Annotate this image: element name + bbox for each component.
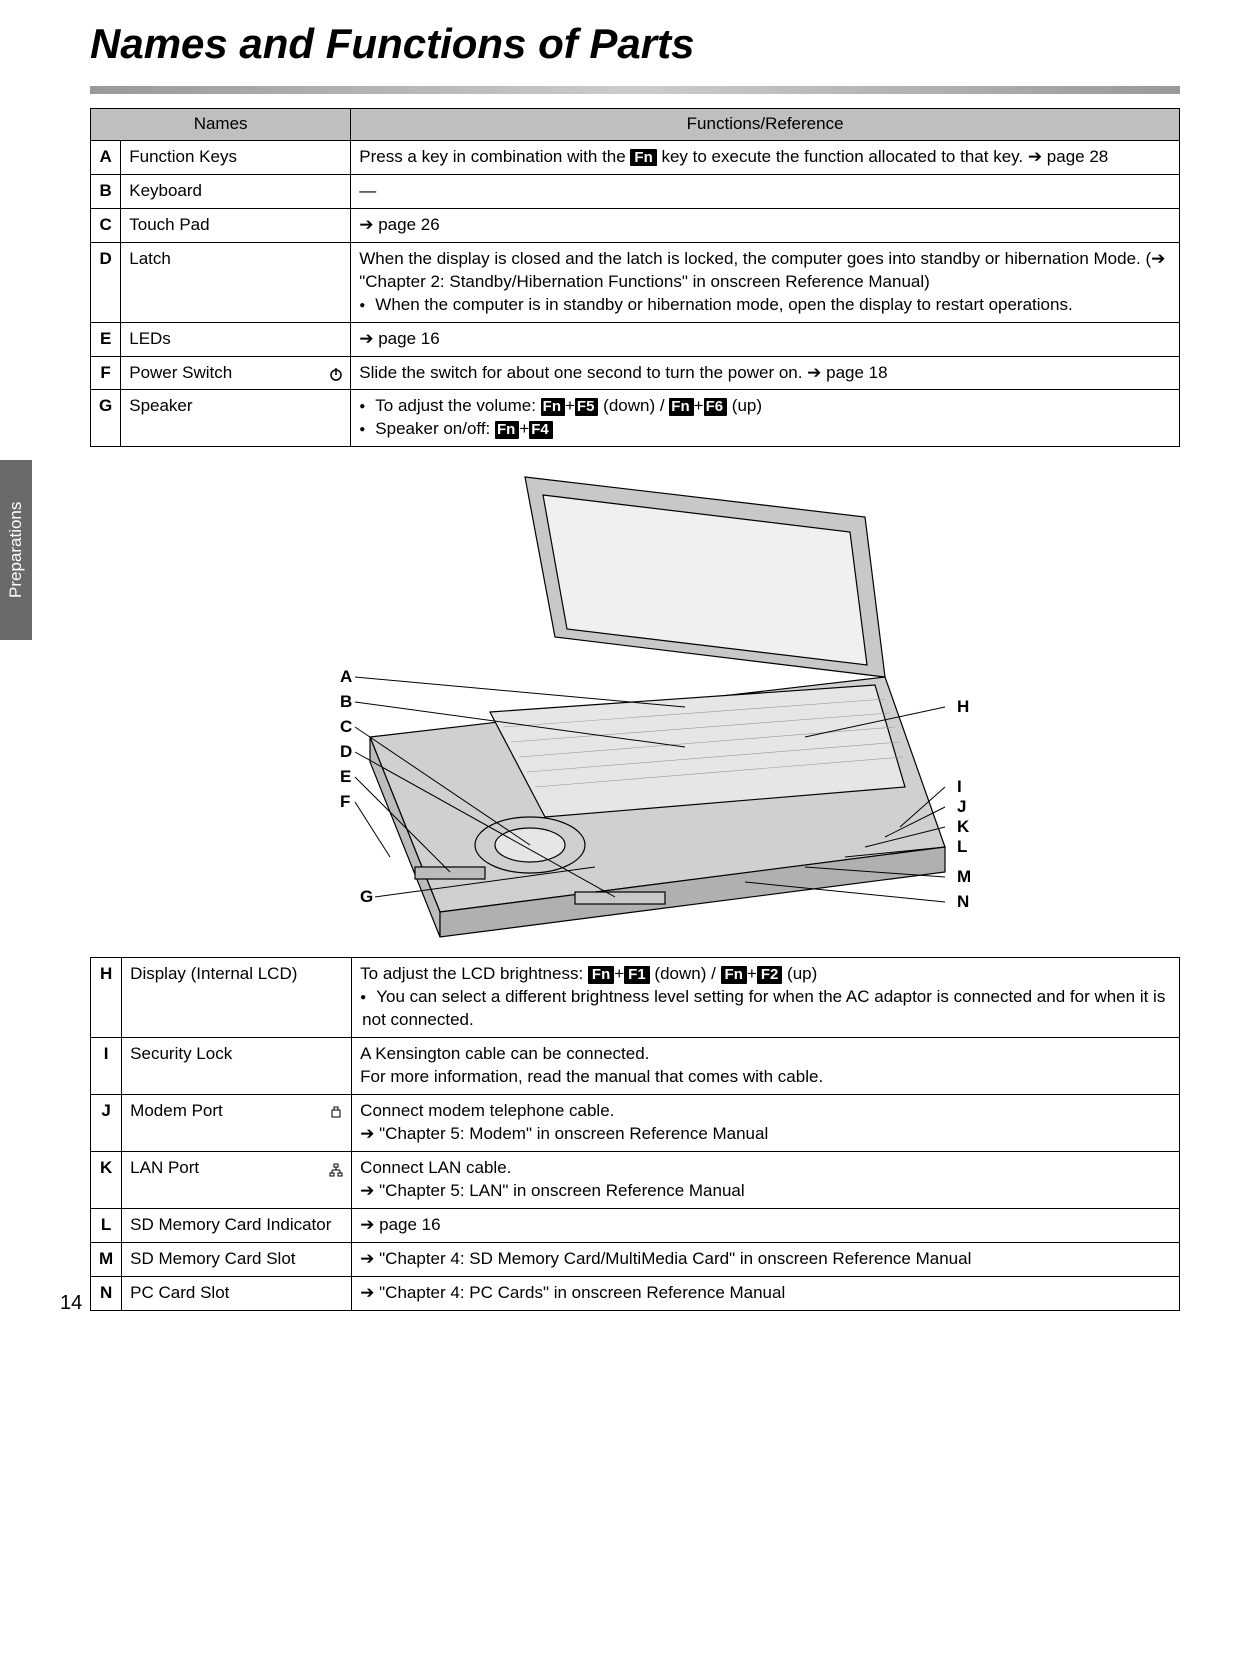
row-letter: I — [91, 1038, 122, 1095]
row-function: To adjust the volume: Fn+F5 (down) / Fn+… — [351, 390, 1180, 447]
diagram-label-G: G — [360, 887, 373, 906]
row-name: Modem Port — [122, 1095, 352, 1152]
page-title: Names and Functions of Parts — [90, 20, 1180, 68]
diagram-label-N: N — [957, 892, 969, 911]
diagram-label-D: D — [340, 742, 352, 761]
lan-icon — [329, 1161, 343, 1175]
table-row: DLatchWhen the display is closed and the… — [91, 242, 1180, 322]
header-names: Names — [91, 109, 351, 141]
laptop-diagram: ABCDEF G H IJKLMN — [90, 447, 1180, 957]
diagram-label-E: E — [340, 767, 351, 786]
row-function: — — [351, 174, 1180, 208]
diagram-label-I: I — [957, 777, 962, 796]
header-functions: Functions/Reference — [351, 109, 1180, 141]
row-function: Connect LAN cable.➔ "Chapter 5: LAN" in … — [352, 1151, 1180, 1208]
row-letter: E — [91, 322, 121, 356]
row-letter: A — [91, 140, 121, 174]
diagram-label-L: L — [957, 837, 967, 856]
parts-table-bottom: HDisplay (Internal LCD)To adjust the LCD… — [90, 957, 1180, 1310]
table-row: LSD Memory Card Indicator➔ page 16 — [91, 1208, 1180, 1242]
row-letter: D — [91, 242, 121, 322]
row-name: LEDs — [121, 322, 351, 356]
row-name: Function Keys — [121, 140, 351, 174]
row-name: LAN Port — [122, 1151, 352, 1208]
diagram-label-B: B — [340, 692, 352, 711]
row-name: Speaker — [121, 390, 351, 447]
row-function: A Kensington cable can be connected.For … — [352, 1038, 1180, 1095]
row-function: When the display is closed and the latch… — [351, 242, 1180, 322]
table-row: KLAN PortConnect LAN cable.➔ "Chapter 5:… — [91, 1151, 1180, 1208]
row-name: Display (Internal LCD) — [122, 958, 352, 1038]
diagram-label-A: A — [340, 667, 352, 686]
table-row: AFunction KeysPress a key in combination… — [91, 140, 1180, 174]
row-name: SD Memory Card Slot — [122, 1242, 352, 1276]
row-letter: G — [91, 390, 121, 447]
row-name: Security Lock — [122, 1038, 352, 1095]
row-letter: B — [91, 174, 121, 208]
table-row: GSpeakerTo adjust the volume: Fn+F5 (dow… — [91, 390, 1180, 447]
row-letter: N — [91, 1276, 122, 1310]
row-function: To adjust the LCD brightness: Fn+F1 (dow… — [352, 958, 1180, 1038]
divider — [90, 86, 1180, 94]
row-name: Latch — [121, 242, 351, 322]
row-function: ➔ "Chapter 4: SD Memory Card/MultiMedia … — [352, 1242, 1180, 1276]
table-row: HDisplay (Internal LCD)To adjust the LCD… — [91, 958, 1180, 1038]
row-name: PC Card Slot — [122, 1276, 352, 1310]
diagram-label-J: J — [957, 797, 966, 816]
page-number: 14 — [60, 1292, 82, 1315]
diagram-label-H: H — [957, 697, 969, 716]
row-name: SD Memory Card Indicator — [122, 1208, 352, 1242]
row-function: ➔ page 26 — [351, 208, 1180, 242]
parts-table-top: Names Functions/Reference AFunction Keys… — [90, 108, 1180, 447]
row-function: Connect modem telephone cable.➔ "Chapter… — [352, 1095, 1180, 1152]
row-letter: L — [91, 1208, 122, 1242]
table-row: FPower SwitchSlide the switch for about … — [91, 356, 1180, 390]
row-letter: K — [91, 1151, 122, 1208]
diagram-label-K: K — [957, 817, 970, 836]
table-row: JModem PortConnect modem telephone cable… — [91, 1095, 1180, 1152]
row-function: ➔ page 16 — [352, 1208, 1180, 1242]
table-row: BKeyboard— — [91, 174, 1180, 208]
diagram-label-M: M — [957, 867, 971, 886]
table-row: ISecurity LockA Kensington cable can be … — [91, 1038, 1180, 1095]
diagram-label-C: C — [340, 717, 352, 736]
row-letter: J — [91, 1095, 122, 1152]
table-row: ELEDs➔ page 16 — [91, 322, 1180, 356]
table-row: NPC Card Slot➔ "Chapter 4: PC Cards" in … — [91, 1276, 1180, 1310]
row-name: Power Switch — [121, 356, 351, 390]
power-icon — [328, 366, 342, 380]
table-row: MSD Memory Card Slot➔ "Chapter 4: SD Mem… — [91, 1242, 1180, 1276]
diagram-label-F: F — [340, 792, 350, 811]
row-letter: M — [91, 1242, 122, 1276]
row-letter: C — [91, 208, 121, 242]
row-function: Slide the switch for about one second to… — [351, 356, 1180, 390]
modem-icon — [329, 1104, 343, 1118]
row-name: Touch Pad — [121, 208, 351, 242]
row-function: Press a key in combination with the Fn k… — [351, 140, 1180, 174]
row-function: ➔ page 16 — [351, 322, 1180, 356]
row-letter: H — [91, 958, 122, 1038]
table-row: CTouch Pad➔ page 26 — [91, 208, 1180, 242]
row-name: Keyboard — [121, 174, 351, 208]
row-function: ➔ "Chapter 4: PC Cards" in onscreen Refe… — [352, 1276, 1180, 1310]
row-letter: F — [91, 356, 121, 390]
